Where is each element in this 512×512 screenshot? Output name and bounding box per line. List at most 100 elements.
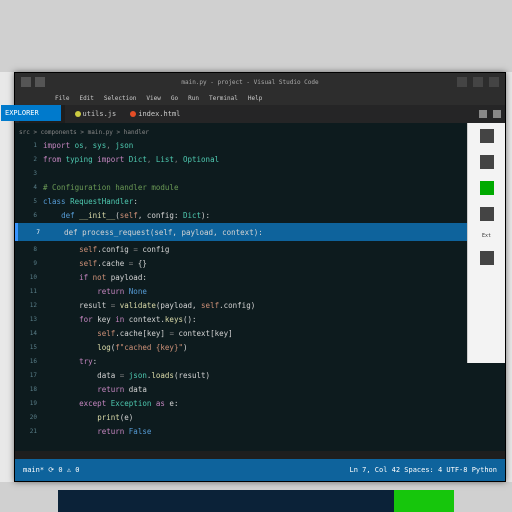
taskbar-accent xyxy=(394,490,454,512)
menu-file[interactable]: File xyxy=(55,95,69,102)
token: os xyxy=(75,141,84,150)
line-number: 20 xyxy=(19,414,37,421)
account-icon[interactable] xyxy=(480,129,494,143)
code-line[interactable]: 12 result = validate(payload, self.confi… xyxy=(19,298,499,312)
code-line[interactable]: 10 if not payload: xyxy=(19,270,499,284)
menu-go[interactable]: Go xyxy=(171,95,178,102)
menu-view[interactable]: View xyxy=(146,95,160,102)
token: print xyxy=(97,413,120,422)
app-window: main.py - project - Visual Studio Code F… xyxy=(14,72,506,482)
code-line[interactable]: 18 return data xyxy=(19,382,499,396)
code-line[interactable]: 15 log(f"cached {key}") xyxy=(19,340,499,354)
minimize-button[interactable] xyxy=(457,77,467,87)
selected-line-text: def process_request(self, payload, conte… xyxy=(46,228,263,237)
code-line[interactable]: 1import os, sys, json xyxy=(19,138,499,152)
code-line[interactable]: 13 for key in context.keys(): xyxy=(19,312,499,326)
code-line[interactable]: 17 data = json.loads(result) xyxy=(19,368,499,382)
code-line[interactable]: 20 print(e) xyxy=(19,410,499,424)
gear-icon[interactable] xyxy=(480,251,494,265)
status-left[interactable]: main* ⟳ 0 ⚠ 0 xyxy=(23,466,79,474)
tab-utils-js[interactable]: utils.js xyxy=(71,105,121,123)
status-bar[interactable]: main* ⟳ 0 ⚠ 0 Ln 7, Col 42 Spaces: 4 UTF… xyxy=(15,459,505,481)
selected-line[interactable]: 7 def process_request(self, payload, con… xyxy=(15,223,505,241)
ext-icon-label: Ext xyxy=(482,233,491,239)
token: payload: xyxy=(106,273,147,282)
code-line[interactable]: 16 try: xyxy=(19,354,499,368)
code-line[interactable]: 14 self.cache[key] = context[key] xyxy=(19,326,499,340)
ext-icon[interactable] xyxy=(480,207,494,221)
token: not xyxy=(93,273,107,282)
code-line[interactable]: 21 return False xyxy=(19,424,499,438)
window-title: main.py - project - Visual Studio Code xyxy=(49,79,451,86)
menu-selection[interactable]: Selection xyxy=(104,95,137,102)
token: loads xyxy=(151,371,174,380)
token xyxy=(43,357,79,366)
menu-run[interactable]: Run xyxy=(188,95,199,102)
token: , xyxy=(174,155,183,164)
token: def xyxy=(61,211,79,220)
split-editor-icon[interactable] xyxy=(479,110,487,118)
code-line[interactable]: 9 self.cache = {} xyxy=(19,256,499,270)
token: json xyxy=(115,141,133,150)
os-taskbar[interactable] xyxy=(58,490,454,512)
code-line[interactable]: 8 self.config = config xyxy=(19,242,499,256)
token: import xyxy=(93,155,129,164)
token: context. xyxy=(129,315,165,324)
code-line[interactable]: 2from typing import Dict, List, Optional xyxy=(19,152,499,166)
line-number: 15 xyxy=(19,344,37,351)
maximize-button[interactable] xyxy=(473,77,483,87)
code-line[interactable]: 4# Configuration handler module xyxy=(19,180,499,194)
token: (payload, xyxy=(156,301,201,310)
tab-label: index.html xyxy=(138,110,180,118)
token: try xyxy=(79,357,93,366)
token: self xyxy=(201,301,219,310)
menu-edit[interactable]: Edit xyxy=(79,95,93,102)
status-right[interactable]: Ln 7, Col 42 Spaces: 4 UTF-8 Python xyxy=(349,466,497,474)
right-dock: Ext xyxy=(467,123,505,363)
token: as xyxy=(156,399,165,408)
token: Exception xyxy=(111,399,152,408)
token: self xyxy=(97,329,115,338)
line-number: 4 xyxy=(19,184,37,191)
more-actions-icon[interactable] xyxy=(493,110,501,118)
code-line[interactable]: 19 except Exception as e: xyxy=(19,396,499,410)
token: , xyxy=(106,141,115,150)
line-number: 12 xyxy=(19,302,37,309)
token: return xyxy=(97,427,129,436)
token: : xyxy=(133,197,138,206)
menu-help[interactable]: Help xyxy=(248,95,262,102)
token: self xyxy=(120,211,138,220)
token: result xyxy=(43,301,111,310)
code-line[interactable]: 11 return None xyxy=(19,284,499,298)
code-line[interactable]: 6 def __init__(self, config: Dict): xyxy=(19,208,499,222)
code-editor[interactable]: src > components > main.py > handler 1im… xyxy=(15,123,505,451)
tab-index-html[interactable]: index.html xyxy=(126,105,184,123)
tab-label: utils.js xyxy=(83,110,117,118)
token: RequestHandler xyxy=(70,197,133,206)
token xyxy=(43,329,97,338)
line-number: 8 xyxy=(19,246,37,253)
token: if xyxy=(79,273,93,282)
close-button[interactable] xyxy=(489,77,499,87)
check-icon[interactable] xyxy=(480,181,494,195)
sidebar-explorer-header[interactable]: EXPLORER xyxy=(1,105,61,121)
token: Dict xyxy=(129,155,147,164)
titlebar[interactable]: main.py - project - Visual Studio Code xyxy=(15,73,505,91)
token: keys xyxy=(165,315,183,324)
token: return xyxy=(97,385,129,394)
token xyxy=(43,343,97,352)
menu-terminal[interactable]: Terminal xyxy=(209,95,238,102)
token: context[key] xyxy=(178,329,232,338)
token: = xyxy=(129,259,138,268)
token: in xyxy=(115,315,129,324)
token: data xyxy=(43,371,120,380)
menu-compact-icon[interactable] xyxy=(35,77,45,87)
code-line[interactable]: 5class RequestHandler: xyxy=(19,194,499,208)
token xyxy=(43,385,97,394)
breadcrumb[interactable]: src > components > main.py > handler xyxy=(19,127,499,138)
token: .cache xyxy=(97,259,129,268)
code-line[interactable]: 3 xyxy=(19,166,499,180)
token: (): xyxy=(183,315,197,324)
line-number: 21 xyxy=(19,428,37,435)
bell-icon[interactable] xyxy=(480,155,494,169)
